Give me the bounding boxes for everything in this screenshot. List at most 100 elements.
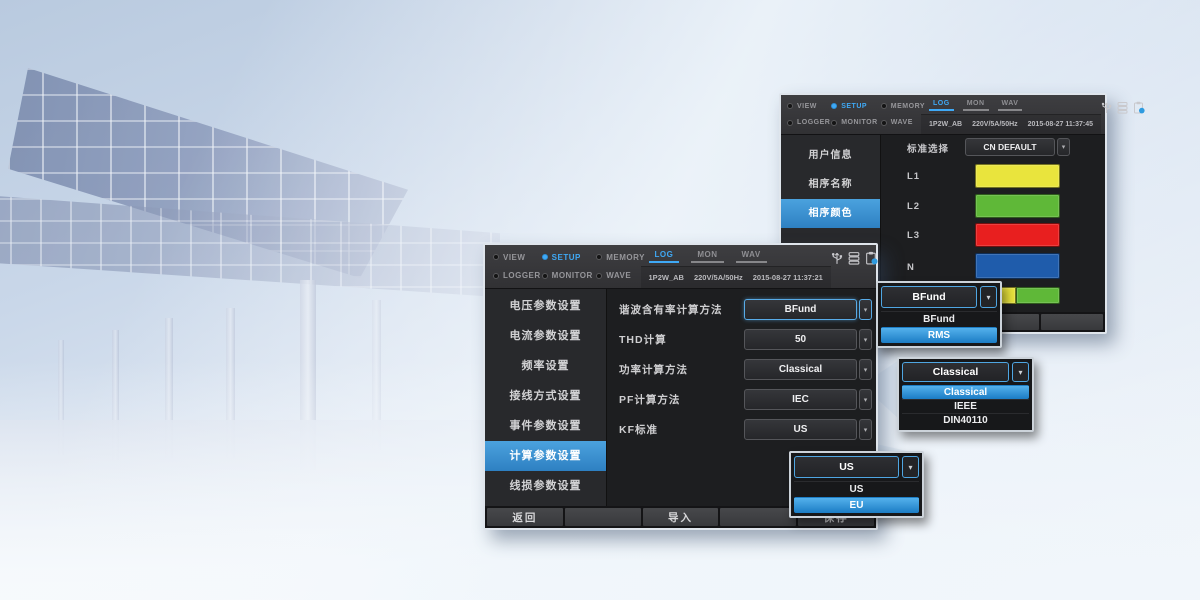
- standard-select[interactable]: CN DEFAULT: [965, 138, 1070, 156]
- chevron-down-icon[interactable]: [859, 299, 872, 320]
- harmonic-method-value[interactable]: BFund: [744, 299, 857, 320]
- menu-item-wiring[interactable]: 接线方式设置: [485, 381, 606, 411]
- radio-dot-icon: [596, 254, 602, 260]
- thd-calc-value[interactable]: 50: [744, 329, 857, 350]
- harmonic-method-select[interactable]: BFund: [744, 299, 872, 320]
- pf-method-select[interactable]: IEC: [744, 389, 872, 410]
- header-icons: [1101, 95, 1152, 134]
- menu-item-event-params[interactable]: 事件参数设置: [485, 411, 606, 441]
- tab-wav[interactable]: WAV: [998, 99, 1023, 111]
- tab-mon[interactable]: MON: [963, 99, 989, 111]
- nav-logger[interactable]: LOGGER: [493, 267, 542, 286]
- nav-label: MONITOR: [552, 271, 593, 280]
- nav-label: SETUP: [841, 103, 867, 110]
- tab-log[interactable]: LOG: [649, 249, 680, 263]
- nav-wave[interactable]: WAVE: [881, 115, 921, 132]
- nav-label: SETUP: [552, 253, 581, 262]
- dropdown-selected-value[interactable]: US: [794, 456, 899, 478]
- footer-button[interactable]: [1041, 314, 1103, 330]
- nav-memory[interactable]: MEMORY: [596, 248, 640, 267]
- usb-icon[interactable]: [831, 251, 843, 265]
- dropdown-popup-harmonic: BFund BFund RMS: [876, 281, 1002, 348]
- dropdown-selected-value[interactable]: BFund: [881, 286, 977, 308]
- menu-item-user-info[interactable]: 用户信息: [781, 141, 880, 170]
- chevron-down-icon[interactable]: [1057, 138, 1070, 156]
- dropdown-option-ieee[interactable]: IEEE: [902, 399, 1029, 413]
- phase-color-swatch-l1[interactable]: [975, 164, 1060, 188]
- dropdown-option-din40110[interactable]: DIN40110: [902, 413, 1029, 427]
- dropdown-option-classical[interactable]: Classical: [902, 385, 1029, 399]
- menu-item-current-params[interactable]: 电流参数设置: [485, 321, 606, 351]
- support-post-image: [372, 300, 381, 450]
- chevron-down-icon[interactable]: [859, 419, 872, 440]
- chevron-down-icon[interactable]: [1012, 362, 1029, 382]
- clipboard-icon[interactable]: [865, 251, 878, 265]
- storage-icon[interactable]: [1117, 101, 1128, 114]
- solar-panel-image: [8, 68, 408, 278]
- field-label-kf-standard: KF标准: [619, 422, 658, 437]
- nav-monitor[interactable]: MONITOR: [831, 115, 881, 132]
- radio-dot-icon: [831, 120, 837, 126]
- menu-item-voltage-params[interactable]: 电压参数设置: [485, 291, 606, 321]
- footer-button[interactable]: [720, 508, 796, 526]
- radio-dot-icon: [542, 273, 548, 279]
- nav-setup[interactable]: SETUP: [831, 98, 881, 115]
- nav-memory[interactable]: MEMORY: [881, 98, 921, 115]
- dropdown-selected-value[interactable]: Classical: [902, 362, 1009, 382]
- timestamp: 2015-08-27 11:37:45: [1028, 121, 1093, 128]
- radio-dot-icon: [881, 103, 887, 109]
- radio-dot-icon: [831, 103, 837, 109]
- support-post-image: [112, 330, 119, 460]
- pf-method-value[interactable]: IEC: [744, 389, 857, 410]
- nav-setup[interactable]: SETUP: [542, 248, 597, 267]
- footer-button[interactable]: [565, 508, 641, 526]
- field-label-pf-method: PF计算方法: [619, 392, 680, 407]
- usb-icon[interactable]: [1101, 101, 1112, 114]
- phase-color-swatch-l2[interactable]: [975, 194, 1060, 218]
- nav-view[interactable]: VIEW: [787, 98, 831, 115]
- menu-item-phase-names[interactable]: 相序名称: [781, 170, 880, 199]
- solar-panel-row-image: [0, 150, 500, 310]
- dropdown-option-eu[interactable]: EU: [794, 497, 919, 513]
- nav-label: MEMORY: [606, 253, 645, 262]
- nav-wave[interactable]: WAVE: [596, 267, 640, 286]
- dropdown-option-bfund[interactable]: BFund: [881, 311, 997, 327]
- nav-view[interactable]: VIEW: [493, 248, 542, 267]
- back-button[interactable]: 返回: [487, 508, 563, 526]
- tab-mon[interactable]: MON: [691, 249, 723, 263]
- chevron-down-icon[interactable]: [859, 359, 872, 380]
- radio-dot-icon: [596, 273, 602, 279]
- power-method-value[interactable]: Classical: [744, 359, 857, 380]
- menu-item-lineloss-params[interactable]: 线损参数设置: [485, 471, 606, 501]
- thd-calc-select[interactable]: 50: [744, 329, 872, 350]
- status-bar: 1P2W_AB 220V/5A/50Hz 2015-08-27 11:37:45: [921, 115, 1101, 134]
- menu-item-frequency[interactable]: 频率设置: [485, 351, 606, 381]
- mode-nav: VIEW SETUP MEMORY LOGGER MONITOR WAVE: [781, 95, 921, 134]
- menu-item-calc-params[interactable]: 计算参数设置: [485, 441, 606, 471]
- dropdown-option-us[interactable]: US: [794, 481, 919, 497]
- nav-logger[interactable]: LOGGER: [787, 115, 831, 132]
- menu-item-phase-colors[interactable]: 相序颜色: [781, 199, 880, 228]
- standard-select-value[interactable]: CN DEFAULT: [965, 138, 1055, 156]
- kf-standard-select[interactable]: US: [744, 419, 872, 440]
- chevron-down-icon[interactable]: [859, 329, 872, 350]
- clipboard-icon[interactable]: [1133, 101, 1145, 114]
- tab-wav[interactable]: WAV: [736, 249, 767, 263]
- chevron-down-icon[interactable]: [980, 286, 997, 308]
- support-post-image: [165, 318, 173, 458]
- nav-monitor[interactable]: MONITOR: [542, 267, 597, 286]
- dropdown-option-rms[interactable]: RMS: [881, 327, 997, 343]
- power-method-select[interactable]: Classical: [744, 359, 872, 380]
- import-button[interactable]: 导入: [643, 508, 719, 526]
- phase-color-swatch-l3[interactable]: [975, 223, 1060, 247]
- kf-standard-value[interactable]: US: [744, 419, 857, 440]
- phase-color-swatch-n[interactable]: [975, 253, 1060, 279]
- nav-label: VIEW: [797, 103, 817, 110]
- range-value: 220V/5A/50Hz: [694, 273, 743, 282]
- chevron-down-icon[interactable]: [859, 389, 872, 410]
- tab-log[interactable]: LOG: [929, 99, 954, 111]
- chevron-down-icon[interactable]: [902, 456, 919, 478]
- nav-label: MEMORY: [891, 103, 925, 110]
- storage-icon[interactable]: [848, 251, 860, 265]
- timestamp: 2015-08-27 11:37:21: [753, 273, 823, 282]
